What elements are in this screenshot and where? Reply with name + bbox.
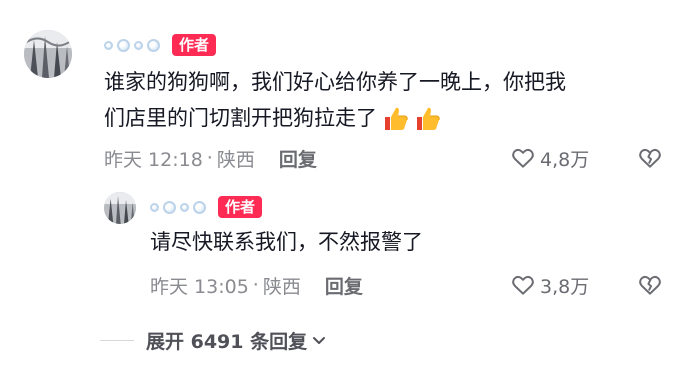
- expand-replies-button[interactable]: 展开 6491 条回复: [100, 325, 327, 355]
- divider-line: [100, 339, 134, 341]
- timestamp: 昨天 12:18: [104, 148, 203, 171]
- author-badge: 作者: [218, 196, 263, 218]
- username-line: 作者: [150, 194, 263, 220]
- expand-replies-label: 展开 6491 条回复: [146, 330, 308, 353]
- bubble-icon: [193, 200, 206, 214]
- dislike-icon[interactable]: [637, 145, 663, 171]
- bubble-icon: [150, 202, 159, 212]
- like-count: 3,8万: [540, 275, 590, 298]
- bubble-icon: [147, 38, 160, 52]
- heart-icon: [512, 275, 534, 295]
- comment-meta: 昨天 12:18 · 陕西 回复: [104, 143, 317, 173]
- bubble-icon: [180, 202, 189, 212]
- avatar[interactable]: [104, 192, 136, 224]
- bubble-icon: [117, 38, 130, 52]
- bubble-icon: [104, 40, 113, 50]
- reply-button[interactable]: 回复: [325, 272, 363, 299]
- comment-text[interactable]: 谁家的狗狗啊，我们好心给你养了一晚上，你把我 们店里的门切割开把狗拉走了: [104, 64, 664, 136]
- comment-1: 作者 谁家的狗狗啊，我们好心给你养了一晚上，你把我 们店里的门切割开把狗拉走了 …: [0, 0, 690, 180]
- avatar-image: [24, 30, 72, 78]
- separator-dot: ·: [206, 147, 213, 169]
- comment-reply: 作者 请尽快联系我们，不然报警了 昨天 13:05 · 陕西 回复 3,8万: [0, 180, 690, 310]
- separator-dot: ·: [252, 274, 259, 296]
- username-line: 作者: [104, 32, 217, 58]
- avatar-image: [104, 192, 136, 224]
- comment-text-line-2-content: 们店里的门切割开把狗拉走了: [104, 106, 377, 130]
- username[interactable]: [150, 200, 206, 214]
- like-button[interactable]: 4,8万: [510, 143, 589, 173]
- emoji-group: [381, 105, 441, 133]
- comment-text-line-1: 谁家的狗狗啊，我们好心给你养了一晚上，你把我: [104, 70, 566, 94]
- location: 陕西: [216, 148, 255, 171]
- dislike-icon[interactable]: [637, 272, 663, 298]
- username[interactable]: [104, 38, 160, 52]
- thumbs-up-icon: [417, 107, 440, 130]
- author-badge: 作者: [172, 34, 217, 56]
- thumbs-up-icon: [385, 107, 408, 130]
- location: 陕西: [262, 275, 301, 298]
- comment-meta: 昨天 13:05 · 陕西 回复: [150, 270, 363, 300]
- heart-icon: [512, 148, 534, 168]
- avatar[interactable]: [24, 30, 72, 78]
- like-button[interactable]: 3,8万: [510, 270, 589, 300]
- comment-text-line-2: 们店里的门切割开把狗拉走了: [104, 100, 664, 136]
- comment-text[interactable]: 请尽快联系我们，不然报警了: [150, 224, 650, 260]
- bubble-icon: [134, 40, 143, 50]
- like-count: 4,8万: [540, 148, 590, 171]
- bubble-icon: [163, 200, 176, 214]
- reply-button[interactable]: 回复: [279, 145, 317, 172]
- timestamp: 昨天 13:05: [150, 275, 249, 298]
- chevron-down-icon: [313, 337, 326, 344]
